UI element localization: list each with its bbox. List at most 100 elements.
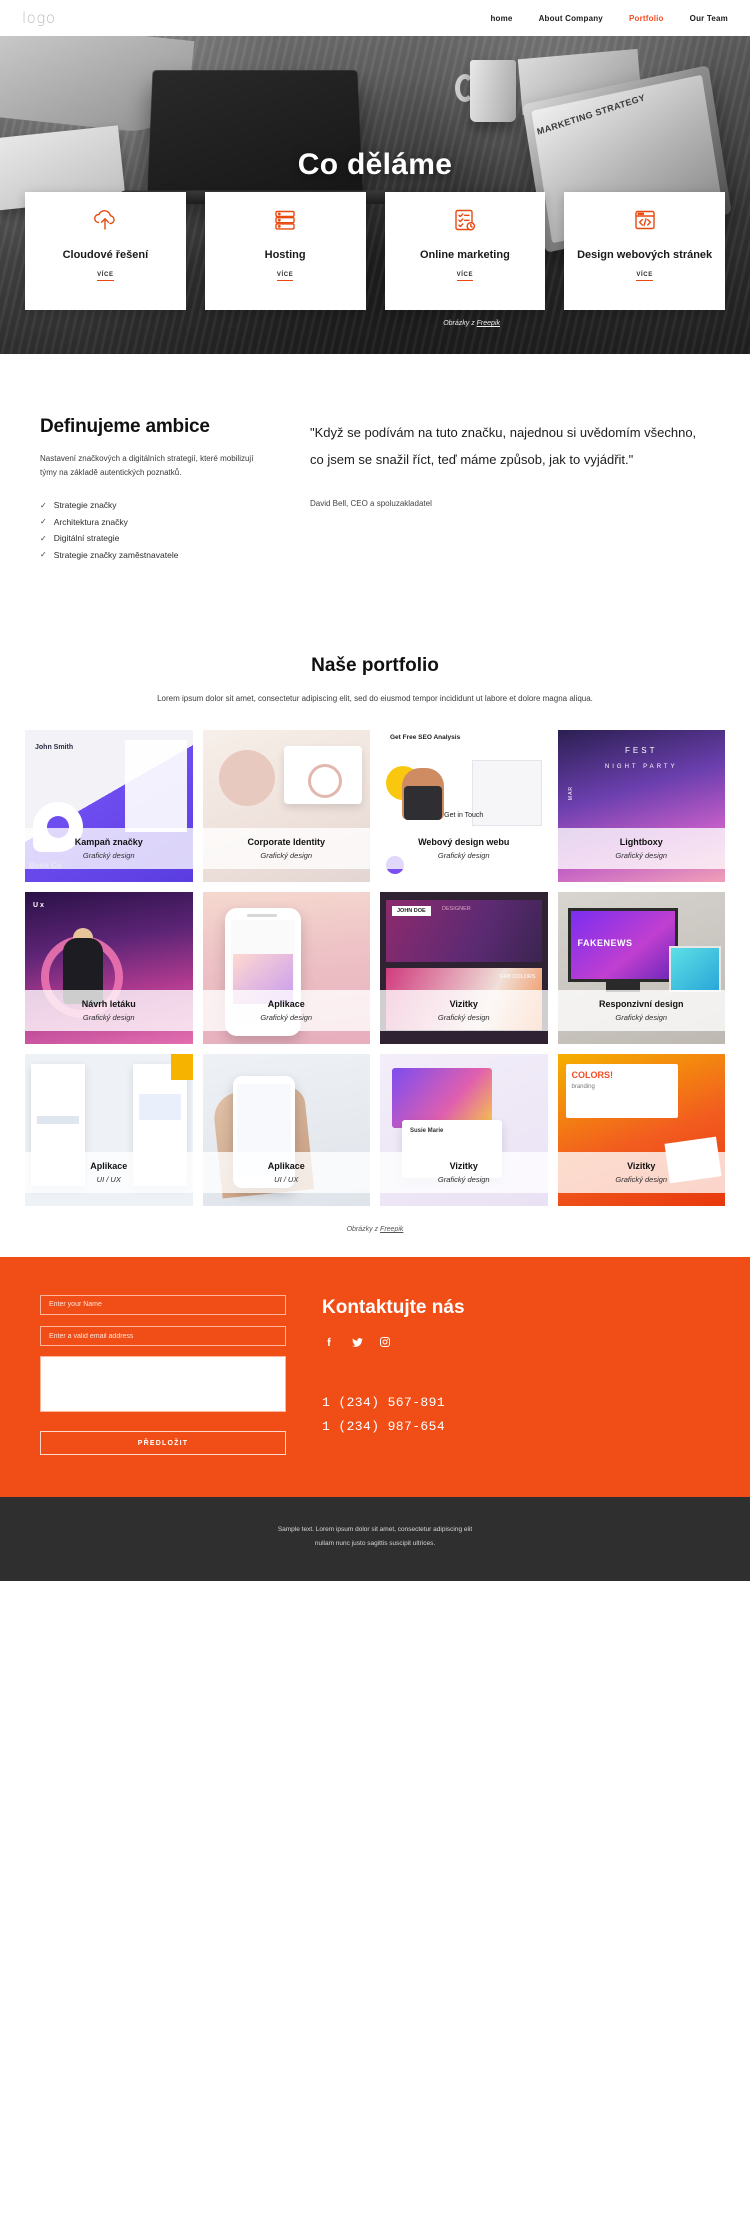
portfolio-item-category: Grafický design (562, 851, 722, 860)
portfolio-item-navrh-letaku[interactable]: U x Návrh letáku Grafický design (25, 892, 193, 1044)
nav-links: home About Company Portfolio Our Team (490, 14, 728, 23)
portfolio-item-category: Grafický design (384, 851, 544, 860)
thumb-text-name: JOHN DOE (392, 906, 431, 916)
testimonial-author: David Bell, CEO a spoluzakladatel (310, 499, 710, 508)
portfolio-item-name: Vizitky (384, 999, 544, 1010)
service-card-more-link[interactable]: VÍCE (97, 272, 113, 281)
portfolio-item-kampan-znacky[interactable]: John Smith Book Co Kampaň značky Grafick… (25, 730, 193, 882)
portfolio-caption: Vizitky Grafický design (380, 990, 548, 1031)
portfolio-item-vizitky-3[interactable]: COLORS! branding Vizitky Grafický design (558, 1054, 726, 1206)
about-checklist: ✓ Strategie značky ✓ Architektura značky… (40, 497, 272, 563)
portfolio-item-vizitky-2[interactable]: Susie Marie Vizitky Grafický design (380, 1054, 548, 1206)
thumb-text-side: GR8 COLORS (499, 974, 535, 980)
service-card-title: Hosting (259, 249, 312, 263)
portfolio-item-lightboxy[interactable]: FEST NIGHT PARTY MAR Lightboxy Grafický … (558, 730, 726, 882)
footer-text-line-2: nullam nunc justo sagittis suscipit ultr… (0, 1537, 750, 1551)
server-icon (273, 208, 297, 237)
thumb-text-name: Susie Marie (410, 1128, 443, 1134)
thumb-shape-circle (219, 750, 275, 806)
list-item-label: Strategie značky zaměstnavatele (54, 547, 179, 564)
portfolio-item-name: Webový design webu (384, 837, 544, 848)
service-card-more-link[interactable]: VÍCE (636, 272, 652, 281)
nav-link-about-company[interactable]: About Company (539, 14, 603, 23)
portfolio-item-vizitky-1[interactable]: JOHN DOE DESIGNER GR8 COLORS Vizitky Gra… (380, 892, 548, 1044)
portfolio-item-category: UI / UX (207, 1175, 367, 1184)
service-card-hosting[interactable]: Hosting VÍCE (205, 192, 366, 310)
thumb-shape-bar (37, 1116, 79, 1124)
portfolio-item-aplikace-uiux-2[interactable]: Aplikace UI / UX (203, 1054, 371, 1206)
hero-credit-link[interactable]: Freepik (477, 320, 500, 327)
thumb-text-sub: Get in Touch (380, 812, 548, 819)
portfolio-caption: Corporate Identity Grafický design (203, 828, 371, 869)
portfolio-title: Naše portfolio (95, 655, 655, 677)
about-heading: Definujeme ambice (40, 416, 272, 438)
nav-link-home[interactable]: home (490, 14, 512, 23)
thumb-text-side: MAR (568, 786, 574, 800)
thumb-shape-laptop (669, 946, 721, 992)
name-field[interactable] (40, 1295, 286, 1315)
submit-button[interactable]: PŘEDLOŽIT (40, 1431, 286, 1455)
thumb-shape-mark (308, 764, 342, 798)
portfolio-grid: John Smith Book Co Kampaň značky Grafick… (0, 730, 750, 1206)
about-right-column: "Když se podívám na tuto značku, najedno… (310, 416, 710, 563)
portfolio-item-aplikace-uiux-1[interactable]: Aplikace UI / UX (25, 1054, 193, 1206)
check-icon: ✓ (40, 547, 47, 563)
list-item: ✓ Strategie značky zaměstnavatele (40, 547, 272, 564)
service-card-more-link[interactable]: VÍCE (457, 272, 473, 281)
portfolio-item-category: Grafický design (562, 1013, 722, 1022)
phone-number-1[interactable]: 1 (234) 567-891 (322, 1391, 710, 1415)
thumb-shape-block (139, 1094, 181, 1120)
portfolio-item-name: Lightboxy (562, 837, 722, 848)
portfolio-credit-link[interactable]: Freepik (380, 1226, 403, 1233)
contact-info: Kontaktujte nás 1 (234) 567-891 1 (234) … (322, 1293, 710, 1455)
testimonial-quote: "Když se podívám na tuto značku, najedno… (310, 420, 710, 473)
thumb-text-sub: DESIGNER (442, 906, 471, 912)
service-card-cloud[interactable]: Cloudové řešení VÍCE (25, 192, 186, 310)
service-cards: Cloudové řešení VÍCE Hosting VÍCE Online… (25, 192, 725, 310)
list-item: ✓ Digitální strategie (40, 530, 272, 547)
portfolio-item-category: Grafický design (384, 1175, 544, 1184)
portfolio-item-name: Corporate Identity (207, 837, 367, 848)
message-field[interactable] (40, 1356, 286, 1412)
checklist-clock-icon (452, 208, 478, 237)
portfolio-item-name: Kampaň značky (29, 837, 189, 848)
instagram-icon[interactable] (378, 1335, 392, 1349)
site-logo[interactable]: logo (22, 9, 56, 27)
portfolio-item-aplikace-1[interactable]: Aplikace Grafický design (203, 892, 371, 1044)
portfolio-caption: Návrh letáku Grafický design (25, 990, 193, 1031)
service-card-online-marketing[interactable]: Online marketing VÍCE (385, 192, 546, 310)
list-item: ✓ Strategie značky (40, 497, 272, 514)
portfolio-caption: Aplikace UI / UX (25, 1152, 193, 1193)
facebook-icon[interactable] (322, 1335, 336, 1349)
service-card-web-design[interactable]: Design webových stránek VÍCE (564, 192, 725, 310)
portfolio-item-webovy-design-webu[interactable]: Get Free SEO Analysis Get in Touch Webov… (380, 730, 548, 882)
email-field[interactable] (40, 1326, 286, 1346)
portfolio-item-category: Grafický design (562, 1175, 722, 1184)
portfolio-item-corporate-identity[interactable]: Corporate Identity Grafický design (203, 730, 371, 882)
portfolio-image-credit: Obrázky z Freepik (0, 1206, 750, 1257)
hero-title: Co děláme (0, 36, 750, 182)
phone-number-2[interactable]: 1 (234) 987-654 (322, 1415, 710, 1439)
thumb-text-sub: NIGHT PARTY (558, 764, 726, 770)
portfolio-caption: Lightboxy Grafický design (558, 828, 726, 869)
service-card-more-link[interactable]: VÍCE (277, 272, 293, 281)
nav-link-portfolio[interactable]: Portfolio (629, 14, 664, 23)
service-card-title: Online marketing (414, 249, 516, 263)
portfolio-subtitle: Lorem ipsum dolor sit amet, consectetur … (95, 691, 655, 708)
thumb-text-name: FAKENEWS (578, 938, 633, 948)
thumb-text-name: U x (33, 902, 44, 909)
portfolio-item-name: Návrh letáku (29, 999, 189, 1010)
nav-link-our-team[interactable]: Our Team (690, 14, 728, 23)
footer-text-line-1: Sample text. Lorem ipsum dolor sit amet,… (0, 1523, 750, 1537)
twitter-icon[interactable] (350, 1335, 364, 1349)
thumb-shape-document (125, 740, 187, 832)
thumb-shape-accent (171, 1054, 193, 1080)
code-window-icon (633, 208, 657, 237)
social-links (322, 1335, 710, 1349)
portfolio-item-category: Grafický design (207, 851, 367, 860)
portfolio-caption: Kampaň značky Grafický design (25, 828, 193, 869)
about-section: Definujeme ambice Nastavení značkových a… (0, 354, 750, 633)
contact-heading: Kontaktujte nás (322, 1297, 710, 1319)
portfolio-caption: Aplikace Grafický design (203, 990, 371, 1031)
portfolio-item-responzivni-design[interactable]: FAKENEWS Responzivní design Grafický des… (558, 892, 726, 1044)
